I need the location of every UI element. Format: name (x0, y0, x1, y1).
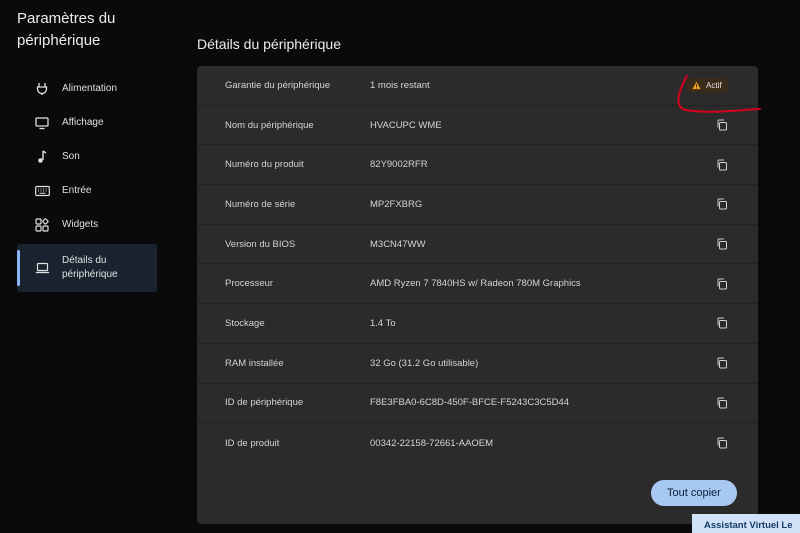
row-key: Nom du périphérique (225, 119, 314, 131)
details-row: Stockage 1.4 To (197, 304, 758, 344)
sidebar-item-label: Son (62, 151, 80, 162)
plug-icon (34, 81, 50, 97)
row-value: 1.4 To (370, 317, 396, 329)
copy-icon[interactable] (716, 238, 728, 250)
copy-icon[interactable] (716, 437, 728, 449)
sidebar-item-son[interactable]: Son (17, 140, 157, 174)
copy-icon[interactable] (716, 198, 728, 210)
status-badge-label: Actif (706, 81, 722, 90)
details-row: ID de produit 00342-22158-72661-AAOEM (197, 423, 758, 463)
row-key: Garantie du périphérique (225, 79, 331, 91)
sidebar-item-details[interactable]: Détails du périphérique (17, 244, 157, 292)
copy-icon[interactable] (716, 397, 728, 409)
widgets-icon (34, 217, 50, 233)
details-row: Version du BIOS M3CN47WW (197, 225, 758, 265)
details-row: RAM installée 32 Go (31.2 Go utilisable) (197, 344, 758, 384)
copy-icon[interactable] (716, 119, 728, 131)
monitor-icon (34, 115, 50, 131)
details-row: Numéro du produit 82Y9002RFR (197, 145, 758, 186)
row-key: Processeur (225, 278, 274, 290)
sidebar-item-widgets[interactable]: Widgets (17, 208, 157, 242)
row-value: 1 mois restant (370, 79, 430, 91)
details-row: ID de périphérique F8E3FBA0-6C8D-450F-BF… (197, 384, 758, 424)
warning-icon (692, 81, 701, 90)
sidebar-item-label: Widgets (62, 219, 99, 230)
row-value: F8E3FBA0-6C8D-450F-BFCE-F5243C3C5D44 (370, 397, 570, 409)
sidebar-item-affichage[interactable]: Affichage (17, 106, 157, 140)
row-key: Numéro de série (225, 198, 296, 210)
virtual-assistant-button[interactable]: Assistant Virtuel Le (692, 514, 800, 533)
details-row: Numéro de série MP2FXBRG (197, 185, 758, 225)
row-value: HVACUPC WME (370, 119, 442, 131)
keyboard-icon (34, 183, 50, 199)
device-details-panel: Garantie du périphérique 1 mois restant … (197, 66, 758, 524)
row-value: 00342-22158-72661-AAOEM (370, 437, 494, 449)
copy-all-button[interactable]: Tout copier (651, 480, 737, 506)
app-title: Paramètres du périphérique (17, 10, 116, 49)
status-badge: Actif (686, 78, 729, 93)
sidebar-item-label: Alimentation (62, 83, 118, 94)
music-note-icon (34, 149, 50, 165)
row-key: Version du BIOS (225, 238, 296, 250)
copy-icon[interactable] (716, 159, 728, 171)
row-key: ID de produit (225, 437, 280, 449)
copy-icon[interactable] (716, 317, 728, 329)
details-row: Processeur AMD Ryzen 7 7840HS w/ Radeon … (197, 264, 758, 305)
sidebar-item-alimentation[interactable]: Alimentation (17, 72, 157, 106)
page-title: Détails du périphérique (197, 36, 341, 52)
row-key: Stockage (225, 317, 265, 329)
sidebar-item-label: Affichage (62, 117, 104, 128)
row-key: ID de périphérique (225, 397, 304, 409)
sidebar-nav: Alimentation Affichage Son Entrée Widget… (17, 72, 157, 292)
sidebar-item-label: Détails du périphérique (62, 255, 118, 280)
row-value: AMD Ryzen 7 7840HS w/ Radeon 780M Graphi… (370, 278, 581, 290)
copy-icon[interactable] (716, 278, 728, 290)
sidebar-item-label: Entrée (62, 185, 92, 196)
row-value: 32 Go (31.2 Go utilisable) (370, 357, 479, 369)
row-key: RAM installée (225, 357, 284, 369)
row-value: MP2FXBRG (370, 198, 423, 210)
details-row: Nom du périphérique HVACUPC WME (197, 106, 758, 146)
copy-icon[interactable] (716, 357, 728, 369)
laptop-icon (34, 260, 50, 276)
sidebar-item-entree[interactable]: Entrée (17, 174, 157, 208)
row-key: Numéro du produit (225, 159, 304, 171)
row-value: M3CN47WW (370, 238, 426, 250)
row-value: 82Y9002RFR (370, 159, 428, 171)
details-row: Garantie du périphérique 1 mois restant … (197, 66, 758, 106)
